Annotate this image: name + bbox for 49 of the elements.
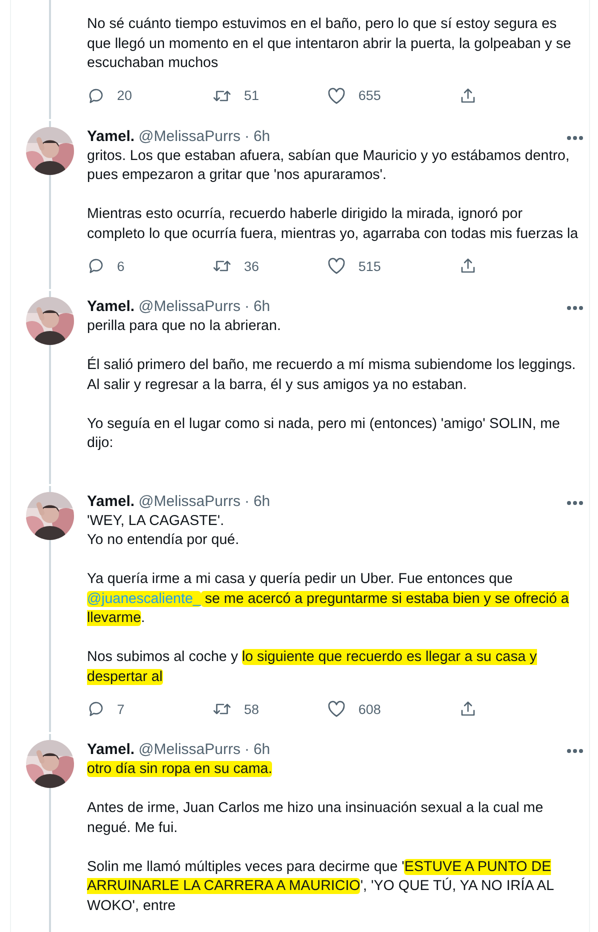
tweet-text: Yo seguía en el lugar como si nada, pero mi (entonces) 'amigo' SOLIN, me dijo: — [87, 414, 562, 453]
retweet-count: 51 — [244, 88, 259, 103]
timestamp: 6h — [253, 297, 270, 317]
more-icon[interactable] — [566, 748, 584, 754]
tweet-text: perilla para que no la abrieran. — [87, 317, 282, 336]
heart-icon[interactable] — [327, 257, 346, 275]
author-name[interactable]: Yamel. — [87, 126, 135, 146]
heart-icon[interactable] — [327, 700, 346, 718]
author-name[interactable]: Yamel. — [87, 297, 135, 317]
tweet-text: Antes de irme, Juan Carlos me hizo una insinuación sexual a la cual me negué. Me fui. — [87, 799, 544, 838]
comment-icon[interactable] — [87, 257, 105, 275]
share-icon[interactable] — [459, 257, 478, 275]
like-count: 608 — [358, 702, 381, 716]
separator-dot: · — [244, 740, 250, 760]
more-icon[interactable] — [566, 500, 584, 506]
tweet-text: No sé cuánto tiempo estuvimos en el baño, pero lo que sí estoy segura es que llegó un momento en el que intentaron abrir la puerta, la golpeaban y se escuchaban muchos — [87, 15, 572, 73]
timestamp: 6h — [253, 126, 270, 146]
share-icon[interactable] — [459, 86, 478, 104]
reply-count: 6 — [117, 258, 125, 274]
like-count: 515 — [358, 258, 381, 274]
separator-dot: · — [244, 297, 250, 317]
reply-count: 7 — [117, 702, 125, 716]
tweet-text: Mientras esto ocurría, recuerdo haberle dirigido la mirada, ignoró por completo lo que ocurría fuera, mientras yo, agarraba con todas mis fuerzas la — [87, 205, 580, 244]
separator-dot: · — [244, 126, 250, 146]
comment-icon[interactable] — [87, 700, 105, 718]
timestamp: 6h — [253, 740, 270, 760]
retweet-count: 58 — [244, 702, 259, 716]
more-icon[interactable] — [566, 305, 584, 311]
author-handle: @MelissaPurrs — [138, 126, 240, 146]
author-handle: @MelissaPurrs — [138, 297, 240, 317]
author-name[interactable]: Yamel. — [87, 492, 135, 512]
reply-count: 20 — [117, 88, 132, 103]
timestamp: 6h — [253, 492, 270, 512]
author-handle: @MelissaPurrs — [138, 492, 240, 512]
author-name[interactable]: Yamel. — [87, 740, 135, 760]
tweet-text: Nos subimos al coche y lo siguiente que recuerdo es llegar a su casa y despertar al — [87, 648, 538, 686]
tweet-text: Él salió primero del baño, me recuerdo a mí misma subiendome los leggings. Al salir y regresar a la barra, él y sus amigos ya no estaban. — [87, 356, 577, 394]
tweet-text: 'WEY, LA CAGASTE'. Yo no entendía por qué. — [87, 512, 240, 550]
retweet-count: 36 — [244, 258, 259, 274]
heart-icon[interactable] — [327, 86, 346, 104]
like-count: 655 — [358, 88, 381, 103]
tweet-text: otro día sin ropa en su cama. — [87, 760, 274, 779]
tweet-text: Ya quería irme a mi casa y quería pedir un Uber. Fue entonces que @juanescaliente_ se me acercó a preguntarme si estaba bien y se ofreció a llevarme. — [87, 570, 570, 628]
comment-icon[interactable] — [87, 86, 105, 104]
share-icon[interactable] — [459, 700, 478, 718]
separator-dot: · — [244, 492, 250, 512]
more-icon[interactable] — [566, 134, 584, 140]
author-handle: @MelissaPurrs — [138, 740, 240, 760]
tweet-text: gritos. Los que estaban afuera, sabían que Mauricio y yo estábamos dentro, pues empezaron a gritar que 'nos apuraramos'. — [87, 146, 570, 185]
